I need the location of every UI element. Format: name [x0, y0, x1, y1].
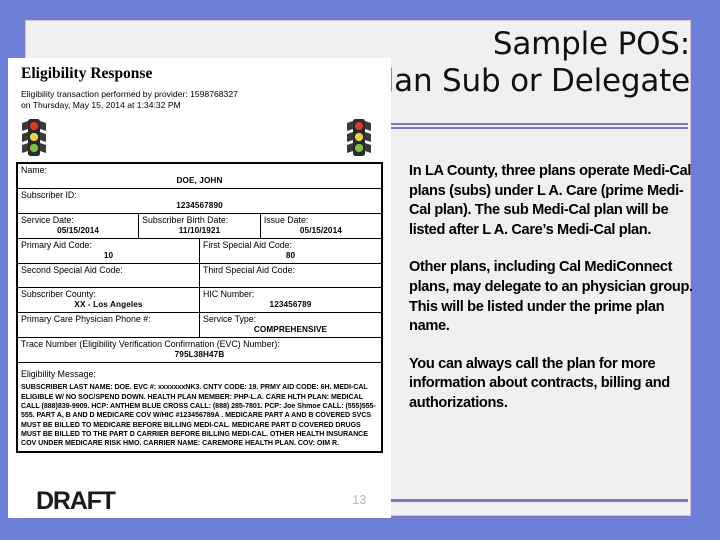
field-birth-date-value: 11/10/1921	[178, 225, 221, 235]
table-row: Name: DOE, JOHN	[16, 162, 383, 190]
eligibility-form-heading: Eligibility Response	[21, 65, 153, 82]
field-issue-date-label: Issue Date:	[263, 215, 309, 226]
page-number: 13	[352, 492, 367, 507]
field-subscriber-id-value: 1234567890	[176, 200, 223, 210]
eligibility-response-form: Eligibility Response Eligibility transac…	[8, 58, 391, 518]
eligibility-fields-table: Name: DOE, JOHN Subscriber ID: 123456789…	[16, 162, 383, 453]
field-subscriber-id-label: Subscriber ID:	[21, 190, 77, 201]
field-second-special-aid-code: Second Special Aid Code:	[16, 263, 200, 289]
field-service-date: Service Date: 05/15/2014	[16, 213, 140, 240]
field-service-type-value: COMPREHENSIVE	[253, 324, 328, 334]
field-trace-number: Trace Number (Eligibility Verification C…	[16, 337, 383, 364]
field-pcp-phone-label: Primary Care Physician Phone #:	[21, 314, 151, 325]
field-subscriber-id: Subscriber ID: 1234567890	[16, 188, 383, 215]
field-service-date-value: 05/15/2014	[57, 225, 100, 235]
table-row: Primary Aid Code: 10 First Special Aid C…	[16, 238, 383, 265]
field-first-special-aid-code-label: First Special Aid Code:	[202, 240, 292, 251]
table-row: Subscriber ID: 1234567890	[16, 188, 383, 215]
field-second-special-aid-code-label: Second Special Aid Code:	[21, 265, 123, 276]
traffic-light-icon-right	[346, 118, 372, 158]
field-third-special-aid-code-label: Third Special Aid Code:	[202, 265, 295, 276]
field-third-special-aid-code: Third Special Aid Code:	[198, 263, 383, 289]
field-hic-number-label: HIC Number:	[202, 289, 255, 300]
field-first-special-aid-code-value: 80	[285, 250, 296, 260]
slide-canvas: Sample POS: Plan Sub or Delegate In LA C…	[0, 0, 720, 540]
eligibility-transaction-info: Eligibility transaction performed by pro…	[21, 89, 391, 111]
field-service-type: Service Type: COMPREHENSIVE	[198, 312, 383, 339]
field-trace-number-label: Trace Number (Eligibility Verification C…	[21, 339, 280, 350]
field-eligibility-message: Eligibility Message: SUBSCRIBER LAST NAM…	[16, 362, 383, 453]
field-first-special-aid-code: First Special Aid Code: 80	[198, 238, 383, 265]
field-name-label: Name:	[21, 165, 47, 176]
field-primary-aid-code-label: Primary Aid Code:	[21, 240, 92, 251]
field-subscriber-county-label: Subscriber County:	[21, 289, 96, 300]
field-hic-number: HIC Number: 123456789	[198, 287, 383, 314]
field-name-value: DOE, JOHN	[176, 175, 223, 185]
field-primary-aid-code: Primary Aid Code: 10	[16, 238, 200, 265]
table-row: Eligibility Message: SUBSCRIBER LAST NAM…	[16, 362, 383, 453]
slide-body-text: In LA County, three plans operate Medi-C…	[409, 162, 697, 432]
transaction-provider-line: Eligibility transaction performed by pro…	[21, 89, 238, 99]
field-trace-number-value: 795L38H47B	[174, 349, 225, 359]
transaction-datetime-line: on Thursday, May 15, 2014 at 1:34:32 PM	[21, 100, 181, 111]
field-subscriber-county-value: XX - Los Angeles	[74, 299, 143, 309]
draft-watermark: DRAFT	[36, 487, 116, 515]
field-service-date-label: Service Date:	[21, 215, 74, 226]
table-row: Subscriber County: XX - Los Angeles HIC …	[16, 287, 383, 314]
field-subscriber-county: Subscriber County: XX - Los Angeles	[16, 287, 200, 314]
field-eligibility-message-value: SUBSCRIBER LAST NAME: DOE. EVC #: xxxxxx…	[21, 383, 376, 448]
field-hic-number-value: 123456789	[269, 299, 312, 309]
field-issue-date-value: 05/15/2014	[299, 225, 342, 235]
field-name: Name: DOE, JOHN	[16, 162, 383, 190]
field-birth-date: Subscriber Birth Date: 11/10/1921	[138, 213, 261, 240]
traffic-lights-row	[8, 116, 391, 160]
body-paragraph-3: You can always call the plan for more in…	[409, 355, 670, 411]
table-row: Second Special Aid Code: Third Special A…	[16, 263, 383, 289]
table-row: Trace Number (Eligibility Verification C…	[16, 337, 383, 364]
table-row: Primary Care Physician Phone #: Service …	[16, 312, 383, 339]
field-issue-date: Issue Date: 05/15/2014	[259, 213, 383, 240]
body-paragraph-2: Other plans, including Cal MediConnect p…	[409, 259, 693, 335]
field-pcp-phone: Primary Care Physician Phone #:	[16, 312, 200, 339]
field-eligibility-message-label: Eligibility Message:	[21, 369, 96, 380]
field-birth-date-label: Subscriber Birth Date:	[142, 215, 229, 226]
traffic-light-icon-left	[21, 118, 47, 158]
table-row: Service Date: 05/15/2014 Subscriber Birt…	[16, 213, 383, 240]
field-primary-aid-code-value: 10	[103, 250, 114, 260]
field-service-type-label: Service Type:	[202, 314, 257, 325]
body-paragraph-1: In LA County, three plans operate Medi-C…	[409, 163, 692, 238]
